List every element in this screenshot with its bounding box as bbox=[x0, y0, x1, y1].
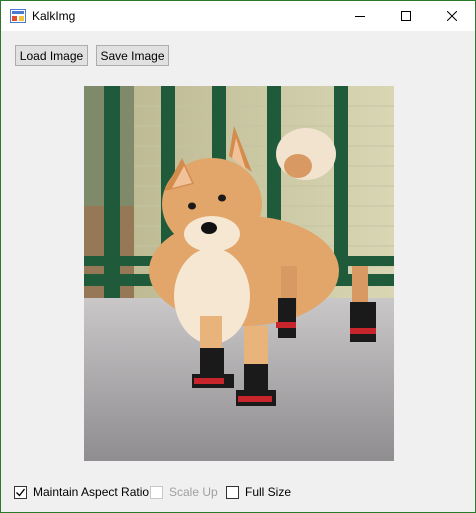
app-window: KalkImg Load Image Save Image Maintain A… bbox=[0, 0, 476, 513]
dog-photo bbox=[84, 86, 394, 461]
maintain-aspect-ratio-label: Maintain Aspect Ratio bbox=[33, 485, 150, 499]
minimize-button[interactable] bbox=[337, 1, 383, 31]
close-button[interactable] bbox=[429, 1, 475, 31]
minimize-icon bbox=[355, 16, 365, 17]
maximize-button[interactable] bbox=[383, 1, 429, 31]
save-image-button[interactable]: Save Image bbox=[96, 45, 169, 66]
maintain-aspect-ratio-checkbox[interactable] bbox=[14, 485, 27, 499]
close-icon bbox=[447, 11, 457, 21]
full-size-option[interactable]: Full Size bbox=[226, 484, 291, 500]
scale-up-label: Scale Up bbox=[169, 485, 218, 499]
scale-up-option: Scale Up bbox=[150, 484, 218, 500]
image-preview bbox=[84, 86, 394, 461]
window-title: KalkImg bbox=[32, 9, 76, 23]
app-icon bbox=[10, 9, 26, 23]
maintain-aspect-ratio-option[interactable]: Maintain Aspect Ratio bbox=[14, 484, 149, 500]
checkmark-icon bbox=[16, 488, 26, 497]
maximize-icon bbox=[401, 11, 411, 21]
scale-up-checkbox bbox=[150, 485, 163, 499]
load-image-button[interactable]: Load Image bbox=[15, 45, 88, 66]
full-size-label: Full Size bbox=[245, 485, 292, 499]
title-bar[interactable]: KalkImg bbox=[1, 1, 475, 31]
full-size-checkbox[interactable] bbox=[226, 485, 239, 499]
